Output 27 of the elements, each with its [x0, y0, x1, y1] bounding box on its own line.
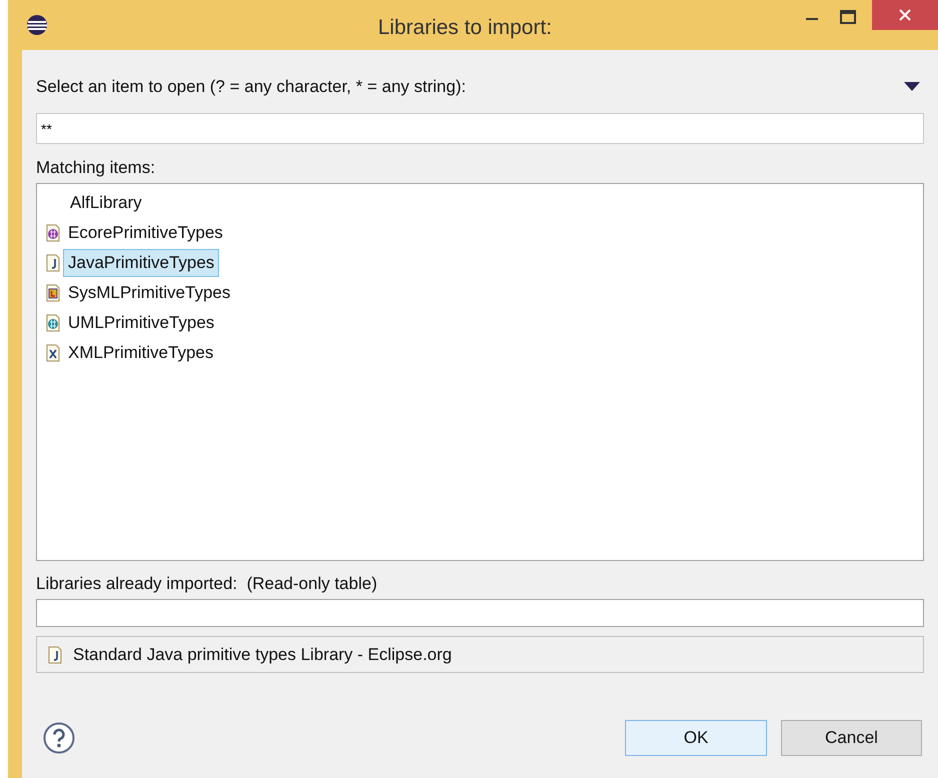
- dropdown-icon[interactable]: [904, 82, 920, 92]
- java-file-icon: [47, 646, 63, 664]
- list-item[interactable]: AlfLibrary: [65, 189, 147, 217]
- uml-file-icon: [45, 314, 61, 332]
- xml-file-icon: [45, 344, 61, 362]
- ecore-file-icon: [45, 224, 61, 242]
- list-item[interactable]: SysMLPrimitiveTypes: [63, 279, 236, 307]
- filter-field[interactable]: **: [36, 113, 924, 144]
- help-icon[interactable]: [43, 722, 75, 754]
- imported-item: Standard Java primitive types Library - Eclipse.org: [73, 644, 452, 666]
- java-file-icon: [45, 254, 61, 272]
- list-item[interactable]: EcorePrimitiveTypes: [63, 219, 228, 247]
- maximize-icon[interactable]: [840, 10, 856, 24]
- imported-label: Libraries already imported: (Read-only table): [36, 573, 378, 593]
- list-item[interactable]: JavaPrimitiveTypes: [63, 249, 220, 277]
- list-item[interactable]: UMLPrimitiveTypes: [63, 309, 220, 337]
- close-icon: [899, 9, 911, 21]
- close-button[interactable]: [872, 0, 938, 30]
- ok-button[interactable]: OK: [625, 720, 767, 756]
- window-title: Libraries to import:: [378, 15, 552, 41]
- matching-items-label: Matching items:: [36, 157, 156, 177]
- sysml-file-icon: [45, 284, 61, 302]
- minimize-icon[interactable]: [806, 18, 818, 22]
- list-item[interactable]: XMLPrimitiveTypes: [63, 339, 218, 367]
- app-logo-icon: [26, 14, 48, 36]
- cancel-button[interactable]: Cancel: [781, 720, 922, 756]
- filter-label: Select an item to open (? = any character, * = any string):: [36, 76, 466, 98]
